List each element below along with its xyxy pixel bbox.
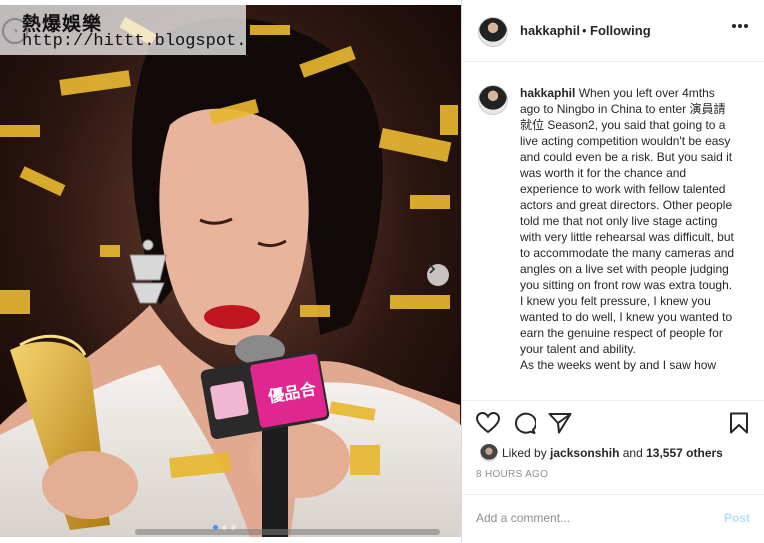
carousel-dot[interactable] [222, 525, 227, 530]
carousel-dots [213, 525, 236, 530]
comment-bar: Add a comment... Post [462, 494, 764, 543]
watermark-url: http://hittt.blogspot.com [22, 32, 278, 51]
instagram-post-window: 優品合 ◔ 熱爆娛樂 http://hittt.blogspot.com hak… [0, 0, 764, 542]
likes-others-link[interactable]: 13,557 others [646, 446, 723, 460]
liker-avatar[interactable] [480, 444, 498, 462]
post-side-panel: hakkaphil • Following hakkaphil When you… [461, 0, 764, 542]
header-separator: • [582, 23, 587, 38]
comment-icon[interactable] [512, 412, 536, 434]
bookmark-icon[interactable] [728, 412, 750, 434]
share-icon[interactable] [548, 412, 572, 434]
next-slide-icon [429, 264, 436, 274]
following-button[interactable]: Following [590, 23, 651, 38]
header-username[interactable]: hakkaphil [520, 23, 580, 38]
caption-username[interactable]: hakkaphil [520, 86, 575, 100]
caption-avatar[interactable] [478, 85, 508, 115]
photo-artwork: 優品合 [0, 5, 461, 537]
heart-icon[interactable] [476, 412, 500, 434]
likes-summary: Liked by jacksonshih and 13,557 others [480, 444, 723, 462]
comment-input[interactable]: Add a comment... [476, 511, 570, 525]
caption-paragraph: When you left over 4mths ago to Ningbo i… [520, 86, 735, 292]
likes-joiner: and [622, 446, 643, 460]
more-options-icon[interactable] [732, 24, 748, 28]
carousel-dot[interactable] [231, 525, 236, 530]
post-header: hakkaphil • Following [462, 0, 764, 62]
blog-watermark: ◔ 熱爆娛樂 http://hittt.blogspot.com [0, 5, 277, 55]
post-photo[interactable]: 優品合 ◔ 熱爆娛樂 http://hittt.blogspot.com [0, 5, 461, 537]
post-caption: hakkaphil When you left over 4mths ago t… [520, 85, 735, 397]
carousel-dot[interactable] [213, 525, 218, 530]
next-slide-button[interactable] [427, 264, 449, 286]
horizontal-scrollbar[interactable] [135, 529, 440, 535]
avatar[interactable] [478, 17, 508, 47]
liker-username[interactable]: jacksonshih [550, 446, 619, 460]
post-timestamp[interactable]: 8 HOURS AGO [476, 469, 548, 480]
post-comment-button[interactable]: Post [724, 511, 750, 525]
likes-prefix: Liked by [502, 446, 547, 460]
post-actions [462, 400, 764, 443]
caption-paragraph: As the weeks went by and I saw how [520, 358, 717, 372]
caption-paragraph: I knew you felt pressure, I knew you wan… [520, 294, 733, 356]
